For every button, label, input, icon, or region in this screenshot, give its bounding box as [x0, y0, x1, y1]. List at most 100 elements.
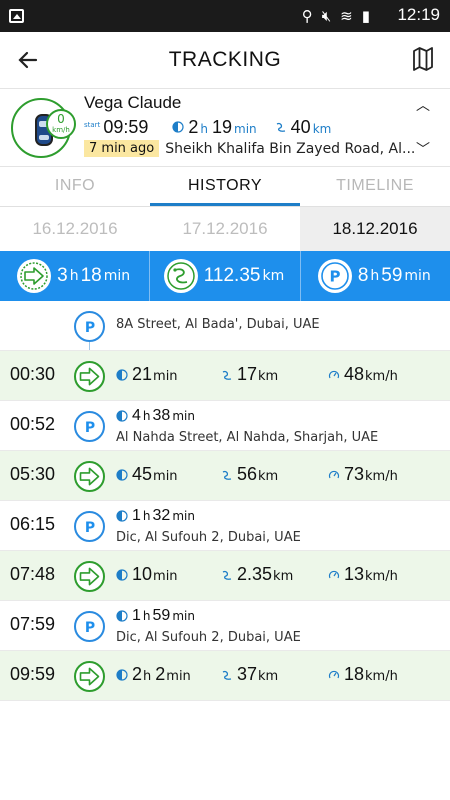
- duration-minutes-unit: min: [153, 369, 178, 384]
- duration-icon: [116, 510, 128, 522]
- distance-unit: km: [258, 669, 279, 684]
- status-icons: ⚲ 🔇︎ ≋ ▮: [302, 7, 370, 25]
- last-position: 7 min ago Sheikh Khalifa Bin Zayed Road,…: [84, 140, 414, 157]
- duration-minutes-unit: min: [153, 569, 178, 584]
- distance-icon: [222, 370, 232, 380]
- stop-row[interactable]: 00:52 P 4 h 38 min Al Nahda Street, Al Nahda, …: [0, 401, 450, 451]
- duration-minutes: 19: [211, 117, 233, 137]
- distance-unit: km: [258, 369, 279, 384]
- duration-hours: 1: [132, 507, 141, 524]
- speedometer-icon: [328, 570, 340, 578]
- distance-icon: [222, 570, 232, 580]
- back-arrow-icon[interactable]: [14, 46, 42, 74]
- stop-duration: 1 h 32 min: [116, 507, 197, 525]
- trip-row[interactable]: 09:59 2 h 2 min 37 km 18 km/h: [0, 651, 450, 701]
- parking-icon: P: [74, 611, 105, 642]
- duration-icon: [116, 568, 128, 581]
- trip-speed: 13 km/h: [328, 564, 398, 585]
- stop-address: 8A Street, Al Bada', Dubai, UAE: [116, 317, 320, 332]
- trip-speed: 18 km/h: [328, 664, 398, 685]
- tab-info[interactable]: INFO: [0, 167, 150, 206]
- distance-value: 17: [237, 364, 258, 384]
- date-option[interactable]: 16.12.2016: [0, 207, 150, 251]
- distance-unit: km: [312, 122, 332, 136]
- total-distance-unit: km: [262, 268, 285, 284]
- event-time: 05:30: [10, 464, 56, 484]
- event-time: 09:59: [10, 664, 56, 684]
- event-time: 00:30: [10, 364, 56, 384]
- wifi-icon: ≋: [340, 7, 353, 25]
- driving-arrow-icon: [74, 461, 105, 492]
- chevron-up-icon[interactable]: ︿: [416, 95, 430, 115]
- chevron-down-icon[interactable]: ﹀: [416, 139, 430, 159]
- trip-summary: start 09:59 2 h 19 min 40 km: [84, 117, 331, 138]
- duration-hours-unit: h: [143, 669, 152, 684]
- summary-driving: 3 h 18 min: [0, 251, 151, 301]
- trip-row[interactable]: 05:30 45 min 56 km 73 km/h: [0, 451, 450, 501]
- duration-hours: 1: [132, 607, 141, 624]
- duration-minutes-unit: min: [234, 122, 257, 136]
- trip-stats: 2 h 2 min 37 km 18 km/h: [116, 664, 446, 685]
- svg-text:P: P: [84, 420, 94, 436]
- speed-unit: km/h: [365, 669, 398, 684]
- distance-unit: km: [273, 569, 294, 584]
- duration-minutes-unit: min: [172, 409, 195, 423]
- parking-hours-unit: h: [370, 268, 380, 284]
- trip-stats: 10 min 2.35 km 13 km/h: [116, 564, 446, 585]
- parking-minutes-unit: min: [404, 268, 431, 284]
- duration-icon: [172, 121, 184, 133]
- duration-icon: [116, 410, 128, 422]
- parking-icon: P: [74, 511, 105, 542]
- parking-icon: P: [74, 411, 105, 442]
- trip-row[interactable]: 07:48 10 min 2.35 km 13 km/h: [0, 551, 450, 601]
- stop-row[interactable]: 06:15 P 1 h 32 min Dic, Al Sufouh 2, Dubai, UA…: [0, 501, 450, 551]
- parking-icon: P: [317, 259, 352, 293]
- list-item[interactable]: P 8A Street, Al Bada', Dubai, UAE: [0, 301, 450, 351]
- trip-duration: 45 min: [116, 464, 221, 485]
- distance-value: 40: [290, 117, 311, 137]
- stop-address: Dic, Al Sufouh 2, Dubai, UAE: [116, 630, 301, 645]
- speed-value: 13: [344, 564, 365, 584]
- history-timeline: P 8A Street, Al Bada', Dubai, UAE 00:30 2…: [0, 301, 450, 701]
- battery-icon: ▮: [361, 7, 370, 25]
- duration-hours: 4: [132, 407, 141, 424]
- duration-hours-unit: h: [200, 122, 208, 136]
- duration-icon: [116, 368, 128, 381]
- duration-minutes: 10: [132, 564, 153, 584]
- tab-history[interactable]: HISTORY: [150, 167, 300, 206]
- duration-hours: 2: [188, 117, 199, 137]
- tab-bar: INFO HISTORY TIMELINE: [0, 166, 450, 206]
- day-summary: 3 h 18 min 112.35 km P 8 h 59 min: [0, 251, 450, 301]
- driving-minutes-unit: min: [103, 268, 131, 284]
- vehicle-address: Sheikh Khalifa Bin Zayed Road, Al...: [165, 140, 414, 157]
- date-option-selected[interactable]: 18.12.2016: [300, 207, 450, 251]
- status-bar: ⚲ 🔇︎ ≋ ▮ 12:19: [0, 0, 450, 32]
- vehicle-name: Vega Claude: [84, 93, 182, 112]
- duration-icon: [116, 610, 128, 622]
- trip-row[interactable]: 00:30 21 min 17 km 48 km/h: [0, 351, 450, 401]
- distance-value: 56: [237, 464, 258, 484]
- distance-unit: km: [258, 469, 279, 484]
- stop-row[interactable]: 07:59 P 1 h 59 min Dic, Al Sufouh 2, Dubai, UA…: [0, 601, 450, 651]
- speed-value: 48: [344, 364, 365, 384]
- duration-icon: [116, 468, 128, 481]
- trip-duration: 10 min: [116, 564, 221, 585]
- driving-arrow-icon: [74, 561, 105, 592]
- duration-hours-unit: h: [142, 509, 151, 523]
- driving-minutes: 18: [80, 265, 102, 286]
- distance-icon: [222, 670, 232, 680]
- duration-minutes: 21: [132, 364, 153, 384]
- duration-icon: [116, 668, 128, 681]
- parking-minutes: 59: [381, 265, 403, 286]
- map-icon[interactable]: [412, 46, 434, 72]
- location-icon: ⚲: [301, 7, 313, 25]
- stop-duration: 1 h 59 min: [116, 607, 197, 625]
- speed-unit: km/h: [365, 469, 398, 484]
- duration-minutes: 32: [152, 507, 171, 524]
- driving-hours: 3: [57, 265, 68, 286]
- vehicle-card[interactable]: 0 km/h Vega Claude start 09:59 2 h 19 mi…: [0, 88, 450, 166]
- driving-hours-unit: h: [69, 268, 79, 284]
- speed-unit: km/h: [365, 569, 398, 584]
- date-option[interactable]: 17.12.2016: [150, 207, 300, 251]
- tab-timeline[interactable]: TIMELINE: [300, 167, 450, 206]
